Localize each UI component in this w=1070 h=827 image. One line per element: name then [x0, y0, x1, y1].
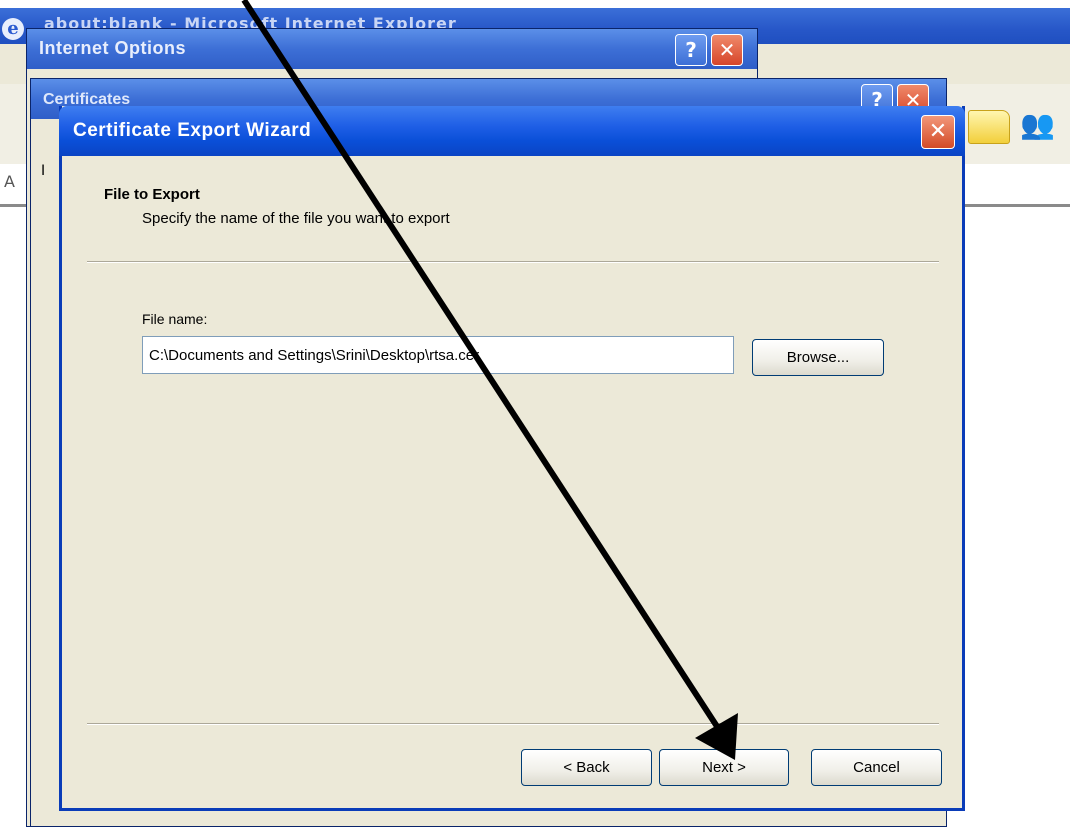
- arrow-shaft: [241, 0, 721, 730]
- arrow-annotation: [241, 0, 738, 760]
- arrow-head: [695, 713, 738, 760]
